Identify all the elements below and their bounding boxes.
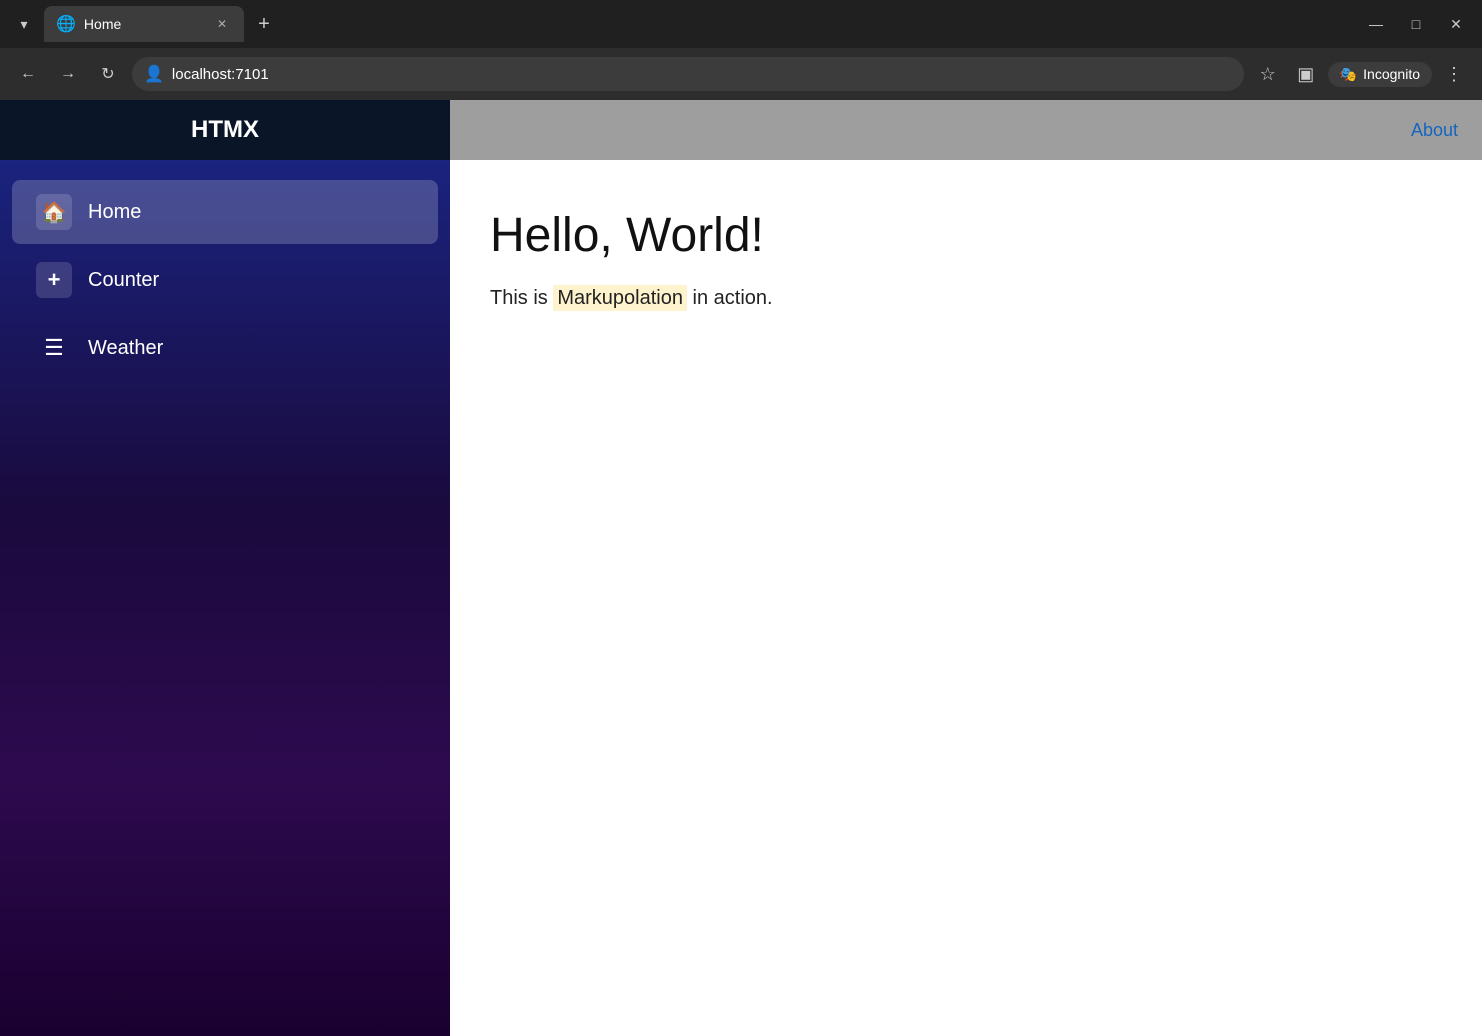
app-header: HTMX About bbox=[0, 100, 1482, 160]
tab-title: Home bbox=[84, 16, 204, 32]
sidebar-item-home-label: Home bbox=[88, 201, 141, 224]
tab-bar: ▾ 🌐 Home ✕ + — □ ✕ bbox=[0, 0, 1482, 48]
home-icon: 🏠 bbox=[36, 194, 72, 230]
main-content: Hello, World! This is Markupolation in a… bbox=[450, 160, 1482, 1036]
address-security-icon: 👤 bbox=[144, 64, 164, 84]
new-tab-button[interactable]: + bbox=[248, 8, 280, 40]
page-title: Hello, World! bbox=[490, 208, 1442, 263]
reload-button[interactable]: ↻ bbox=[92, 58, 124, 90]
tab-close-button[interactable]: ✕ bbox=[212, 14, 232, 34]
sidebar-item-home[interactable]: 🏠 Home bbox=[12, 180, 438, 244]
forward-button[interactable]: → bbox=[52, 58, 84, 90]
brand-name: HTMX bbox=[191, 116, 259, 144]
window-controls: — □ ✕ bbox=[1358, 8, 1474, 40]
app-body: 🏠 Home + Counter ☰ Weather Hello, World!… bbox=[0, 160, 1482, 1036]
maximize-button[interactable]: □ bbox=[1398, 8, 1434, 40]
more-options-button[interactable]: ⋮ bbox=[1438, 58, 1470, 90]
description-after: in action. bbox=[687, 287, 773, 309]
app-container: HTMX About 🏠 Home + Counter ☰ Weather He… bbox=[0, 100, 1482, 1036]
browser-tab-home[interactable]: 🌐 Home ✕ bbox=[44, 6, 244, 42]
incognito-button[interactable]: 🎭 Incognito bbox=[1328, 62, 1432, 87]
weather-icon: ☰ bbox=[36, 330, 72, 366]
sidebar-item-weather[interactable]: ☰ Weather bbox=[12, 316, 438, 380]
tab-dropdown-button[interactable]: ▾ bbox=[8, 8, 40, 40]
address-field[interactable]: 👤 localhost:7101 bbox=[132, 57, 1244, 91]
app-header-brand: HTMX bbox=[0, 100, 450, 160]
description-before: This is bbox=[490, 287, 553, 309]
back-button[interactable]: ← bbox=[12, 58, 44, 90]
close-button[interactable]: ✕ bbox=[1438, 8, 1474, 40]
app-header-nav: About bbox=[450, 100, 1482, 160]
tab-globe-icon: 🌐 bbox=[56, 14, 76, 34]
browser-chrome: ▾ 🌐 Home ✕ + — □ ✕ ← → ↻ 👤 localhost:710… bbox=[0, 0, 1482, 100]
extensions-button[interactable]: ▣ bbox=[1290, 58, 1322, 90]
counter-icon: + bbox=[36, 262, 72, 298]
incognito-label: Incognito bbox=[1363, 66, 1420, 82]
address-bar: ← → ↻ 👤 localhost:7101 ☆ ▣ 🎭 Incognito ⋮ bbox=[0, 48, 1482, 100]
bookmark-button[interactable]: ☆ bbox=[1252, 58, 1284, 90]
sidebar-item-weather-label: Weather bbox=[88, 337, 163, 360]
toolbar-actions: ☆ ▣ 🎭 Incognito ⋮ bbox=[1252, 58, 1470, 90]
sidebar-item-counter[interactable]: + Counter bbox=[12, 248, 438, 312]
sidebar-item-counter-label: Counter bbox=[88, 269, 159, 292]
sidebar: 🏠 Home + Counter ☰ Weather bbox=[0, 160, 450, 1036]
description-highlight: Markupolation bbox=[553, 285, 687, 311]
minimize-button[interactable]: — bbox=[1358, 8, 1394, 40]
incognito-icon: 🎭 bbox=[1340, 66, 1357, 83]
address-text: localhost:7101 bbox=[172, 66, 1232, 83]
page-description: This is Markupolation in action. bbox=[490, 287, 1442, 310]
about-link[interactable]: About bbox=[1411, 120, 1458, 141]
